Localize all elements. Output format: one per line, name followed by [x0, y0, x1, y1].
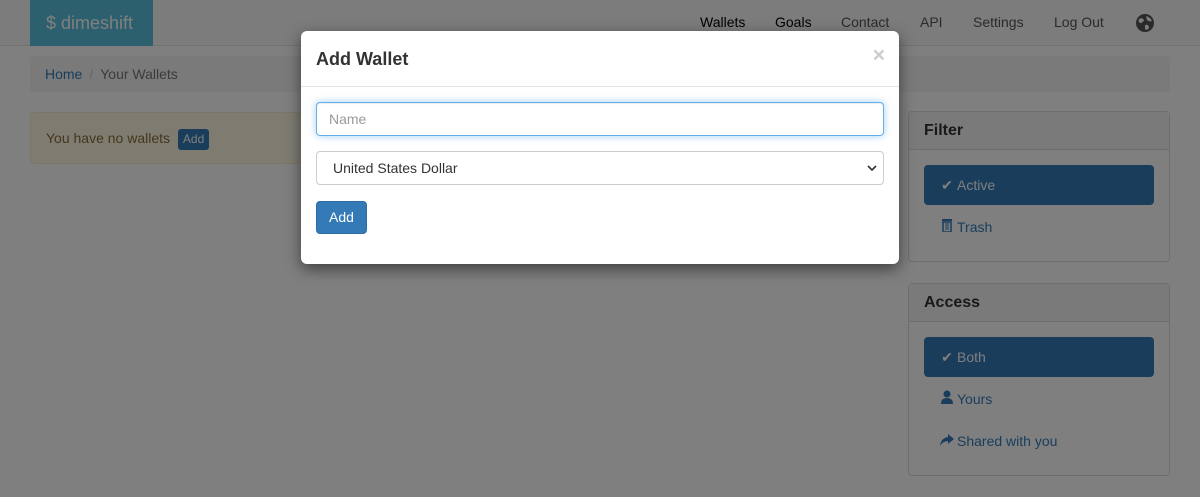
modal-body: United States Dollar Add	[301, 87, 899, 249]
chevron-down-icon	[867, 165, 877, 172]
add-wallet-button[interactable]: Add	[316, 201, 367, 234]
close-icon[interactable]: ×	[873, 45, 885, 66]
wallet-name-input[interactable]	[316, 102, 884, 136]
modal-header: Add Wallet ×	[301, 31, 899, 87]
modal-title: Add Wallet	[316, 49, 409, 69]
add-wallet-modal: Add Wallet × United States Dollar Add	[301, 31, 899, 264]
currency-select[interactable]: United States Dollar	[316, 151, 884, 185]
currency-selected-value: United States Dollar	[333, 160, 458, 176]
